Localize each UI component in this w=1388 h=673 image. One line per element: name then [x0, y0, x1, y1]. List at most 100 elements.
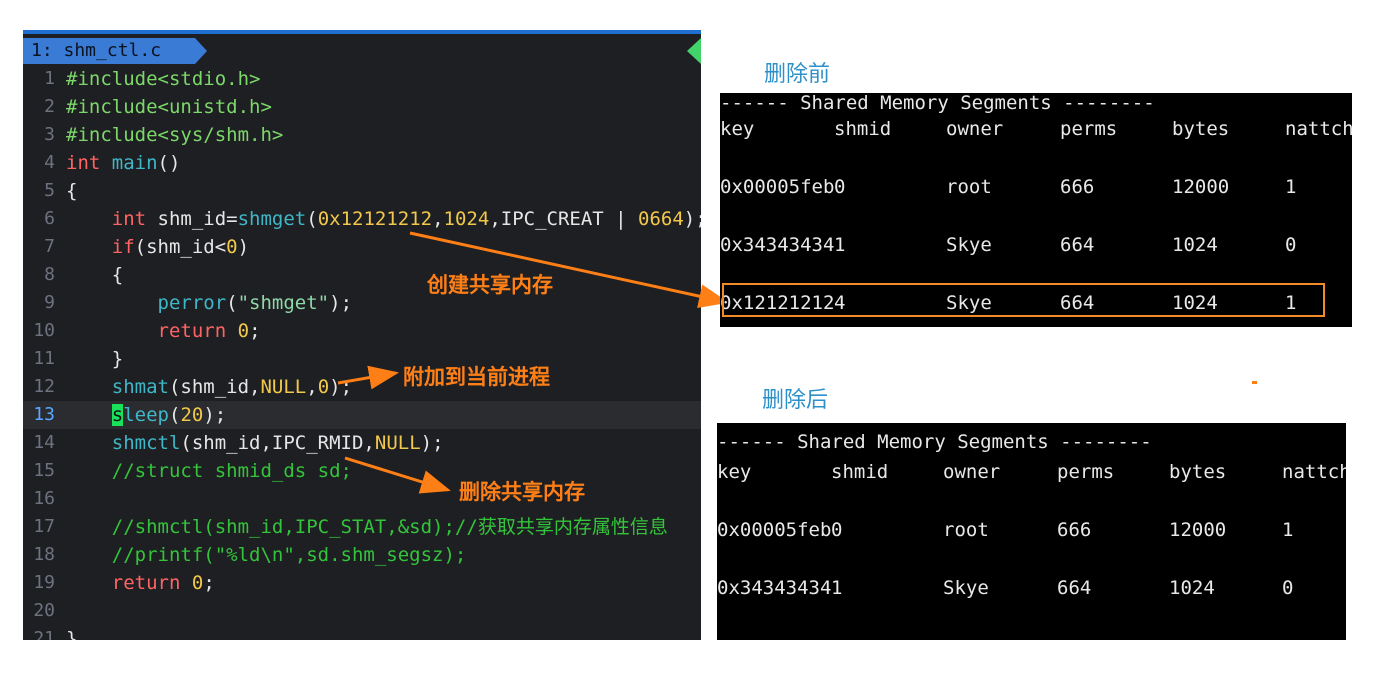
code-token: return: [157, 320, 227, 342]
annotation-attach: 附加到当前进程: [403, 365, 550, 389]
code-line[interactable]: 1 #include<stdio.h>: [23, 65, 701, 93]
code-line[interactable]: 17 //shmctl(shm_id,IPC_STAT,&sd);//获取共享内…: [23, 513, 701, 541]
table-cell: Skye: [946, 234, 992, 256]
line-text: shmctl(shm_id,IPC_RMID,NULL);: [66, 429, 444, 457]
code-token: ,IPC_CREAT |: [489, 208, 639, 230]
line-text: int shm_id=shmget(0x12121212,1024,IPC_CR…: [66, 205, 701, 233]
code-line[interactable]: 21}: [23, 625, 701, 640]
code-token: ,: [306, 376, 318, 398]
code-token: //printf("%ld\n",sd.shm_segsz);: [111, 544, 467, 566]
line-number: 9: [44, 292, 55, 313]
code-line[interactable]: 18 //printf("%ld\n",sd.shm_segsz);: [23, 541, 701, 569]
tab-arrow-icon: [195, 38, 207, 64]
table-cell: root: [946, 176, 992, 198]
code-token: shmat: [111, 376, 169, 398]
table-cell: 666: [1057, 519, 1092, 541]
table-row: 0x00005feb 0 root 666 12000 1: [720, 175, 1352, 199]
annotation-create: 创建共享内存: [427, 273, 553, 297]
table-cell: 1: [1282, 519, 1294, 541]
table-cell: bytes: [1169, 461, 1227, 483]
file-tab[interactable]: 1: shm_ctl.c: [23, 38, 195, 64]
code-line[interactable]: 11 }: [23, 345, 701, 373]
code-token: "shmget": [237, 292, 330, 314]
code-line[interactable]: 20: [23, 597, 701, 625]
code-editor[interactable]: 1: shm_ctl.c 1 #include<stdio.h> 2 #include…: [23, 30, 701, 640]
line-text: #include<sys/shm.h>: [66, 121, 283, 149]
line-text: perror("shmget");: [66, 289, 353, 317]
code-token: (shm_id,IPC_RMID,: [180, 432, 375, 454]
tab-bar: 1: shm_ctl.c: [23, 38, 701, 64]
terminal-before: ------ Shared Memory Segments -------- k…: [720, 93, 1352, 327]
before-heading: 删除前: [764, 62, 831, 87]
table-cell: perms: [1060, 118, 1118, 140]
table-cell: owner: [946, 118, 1004, 140]
code-line[interactable]: 16: [23, 485, 701, 513]
code-token: 20: [180, 404, 204, 426]
terminal-after: ------ Shared Memory Segments -------- k…: [717, 423, 1346, 640]
line-text: }: [66, 625, 77, 640]
line-number: 20: [33, 600, 55, 621]
code-line[interactable]: 19 return 0;: [23, 569, 701, 597]
code-line[interactable]: 7 if(shm_id<0): [23, 233, 701, 261]
table-cell: 1: [831, 577, 843, 599]
code-token: }: [66, 628, 78, 640]
line-number: 3: [44, 124, 55, 145]
line-text: //shmctl(shm_id,IPC_STAT,&sd);//获取共享内存属性…: [66, 513, 668, 541]
code-line[interactable]: 9 perror("shmget");: [23, 289, 701, 317]
table-cell: 1024: [1169, 577, 1215, 599]
code-line[interactable]: 3 #include<sys/shm.h>: [23, 121, 701, 149]
line-number: 1: [44, 68, 55, 89]
line-number: 5: [44, 180, 55, 201]
code-line[interactable]: 6 int shm_id=shmget(0x12121212,1024,IPC_…: [23, 205, 701, 233]
code-token: );: [329, 292, 353, 314]
code-line[interactable]: 15 //struct shmid_ds sd;: [23, 457, 701, 485]
table-cell: perms: [1057, 461, 1115, 483]
code-token: perror: [157, 292, 227, 314]
line-number: 21: [33, 628, 55, 640]
line-text: #include<stdio.h>: [66, 65, 260, 93]
line-text: {: [66, 261, 123, 289]
line-number: 18: [33, 544, 55, 565]
line-text: }: [66, 345, 123, 373]
line-text: sleep(20);: [66, 401, 226, 429]
code-line[interactable]: 10 return 0;: [23, 317, 701, 345]
code-token: );: [420, 432, 444, 454]
code-token: );: [683, 208, 701, 230]
code-token: NULL: [374, 432, 421, 454]
code-token: return: [111, 572, 181, 594]
line-number: 8: [44, 264, 55, 285]
code-token: ;: [249, 320, 261, 342]
stray-mark: [1252, 381, 1257, 384]
code-token: shmctl: [111, 432, 181, 454]
code-token: //struct shmid_ds sd;: [111, 460, 352, 482]
code-line[interactable]: 14 shmctl(shm_id,IPC_RMID,NULL);: [23, 429, 701, 457]
code-token: 0664: [638, 208, 684, 230]
code-token: 0: [191, 572, 204, 594]
line-text: {: [66, 177, 77, 205]
table-cell: 1: [834, 234, 846, 256]
code-line[interactable]: 2 #include<unistd.h>: [23, 93, 701, 121]
code-token: (shm_id<: [134, 236, 227, 258]
code-token: ;: [203, 572, 215, 594]
mode-indicator-icon: [687, 38, 701, 64]
code-line[interactable]: 12 shmat(shm_id,NULL,0);: [23, 373, 701, 401]
table-cell: 0: [1282, 577, 1294, 599]
table-cell: shmid: [834, 118, 892, 140]
code-token: );: [329, 376, 353, 398]
code-token: 0: [226, 236, 238, 258]
code-token: NULL: [260, 376, 307, 398]
code-token: main: [111, 152, 158, 174]
code-token: shm_id=: [146, 208, 238, 230]
code-line[interactable]: 13 sleep(20);: [23, 401, 701, 429]
code-line[interactable]: 8 {: [23, 261, 701, 289]
code-line[interactable]: 4 int main(): [23, 149, 701, 177]
table-cell: 0: [1285, 234, 1297, 256]
line-text: return 0;: [66, 569, 215, 597]
table-row: 0x34343434 1 Skye 664 1024 0: [717, 576, 1346, 600]
code-token: {: [66, 180, 78, 202]
code-line[interactable]: 5{: [23, 177, 701, 205]
